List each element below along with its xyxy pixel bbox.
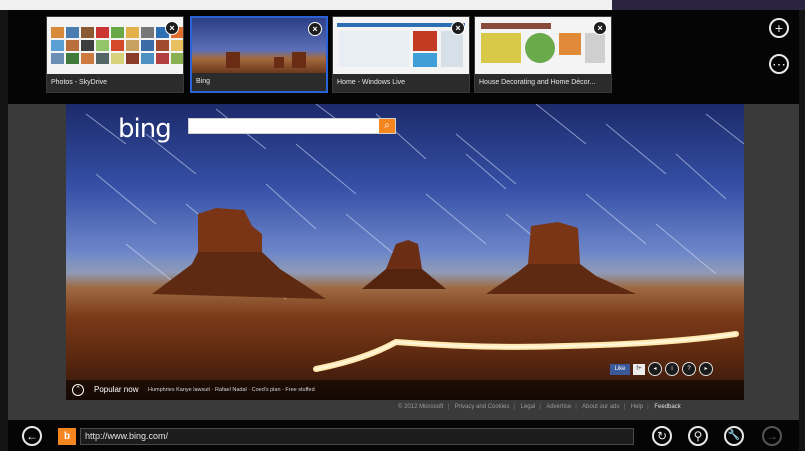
close-tab-icon[interactable]: × — [451, 21, 465, 35]
more-options-icon[interactable]: ⋯ — [769, 54, 789, 74]
page-viewport: bing ⌕ Like f+ ◂ i ? ▸ ⌃ Popular now Hum… — [8, 104, 799, 420]
info-icon[interactable]: i — [665, 362, 679, 376]
pin-icon[interactable]: ⚲ — [688, 426, 708, 446]
new-tab-icon[interactable]: + — [769, 18, 789, 38]
desktop-edge — [0, 0, 612, 10]
url-field[interactable]: http://www.bing.com/ — [80, 428, 634, 445]
tab-caption: Bing — [192, 73, 326, 91]
back-icon[interactable]: ← — [22, 426, 42, 446]
footer-link-about-ads[interactable]: About our ads — [582, 404, 619, 410]
tab-thumbnail — [333, 17, 469, 75]
bing-search-input[interactable]: ⌕ — [188, 118, 396, 134]
close-tab-icon[interactable]: × — [308, 22, 322, 36]
tab-windows-live[interactable]: Home - Windows Live × — [332, 16, 470, 93]
footer-link-feedback[interactable]: Feedback — [654, 404, 680, 410]
desktop-edge — [612, 0, 805, 10]
address-bar: ← b http://www.bing.com/ ↻ ⚲ 🔧 → — [8, 420, 799, 451]
bing-logo[interactable]: bing — [118, 114, 172, 144]
tab-thumbnail — [47, 17, 183, 75]
bing-favicon-icon: b — [58, 428, 76, 445]
refresh-icon[interactable]: ↻ — [652, 426, 672, 446]
previous-image-icon[interactable]: ◂ — [648, 362, 662, 376]
tab-caption: Photos - SkyDrive — [47, 74, 183, 92]
close-tab-icon[interactable]: × — [165, 21, 179, 35]
help-icon[interactable]: ? — [682, 362, 696, 376]
tab-bing[interactable]: Bing × — [190, 16, 328, 93]
copyright: © 2012 Microsoft — [398, 404, 444, 410]
facebook-like-button[interactable]: Like — [610, 363, 630, 375]
desktop-edge — [0, 10, 8, 451]
tab-caption: Home - Windows Live — [333, 74, 469, 92]
search-icon[interactable]: ⌕ — [379, 119, 395, 133]
page-tools-icon[interactable]: 🔧 — [724, 426, 744, 446]
next-image-icon[interactable]: ▸ — [699, 362, 713, 376]
page-footer: © 2012 Microsoft | Privacy and Cookies | L… — [398, 404, 681, 410]
collapse-icon[interactable]: ⌃ — [72, 384, 84, 396]
footer-link-help[interactable]: Help — [631, 404, 643, 410]
forward-icon[interactable]: → — [762, 426, 782, 446]
tab-thumbnail — [475, 17, 611, 75]
footer-link-legal[interactable]: Legal — [521, 404, 536, 410]
share-toolbar: Like f+ ◂ i ? ▸ — [610, 362, 713, 376]
desktop-edge — [799, 10, 805, 451]
tab-switcher: Photos - SkyDrive × Bing × Home - Window… — [8, 10, 799, 104]
tab-house-decorating[interactable]: House Decorating and Home Décor... × — [474, 16, 612, 93]
popular-now-items[interactable]: Humphries Kanye lawsuit · Rafael Nadal ·… — [148, 380, 315, 400]
footer-link-privacy[interactable]: Privacy and Cookies — [455, 404, 510, 410]
popular-now-label: Popular now — [94, 385, 139, 394]
tab-photos-skydrive[interactable]: Photos - SkyDrive × — [46, 16, 184, 93]
tab-thumbnail — [192, 18, 326, 76]
bing-homepage-image: bing ⌕ Like f+ ◂ i ? ▸ ⌃ Popular now Hum… — [66, 104, 744, 400]
share-button[interactable]: f+ — [633, 363, 645, 375]
tab-caption: House Decorating and Home Décor... — [475, 74, 611, 92]
footer-link-advertise[interactable]: Advertise — [546, 404, 571, 410]
popular-now-bar: ⌃ Popular now Humphries Kanye lawsuit · … — [66, 380, 744, 400]
close-tab-icon[interactable]: × — [593, 21, 607, 35]
